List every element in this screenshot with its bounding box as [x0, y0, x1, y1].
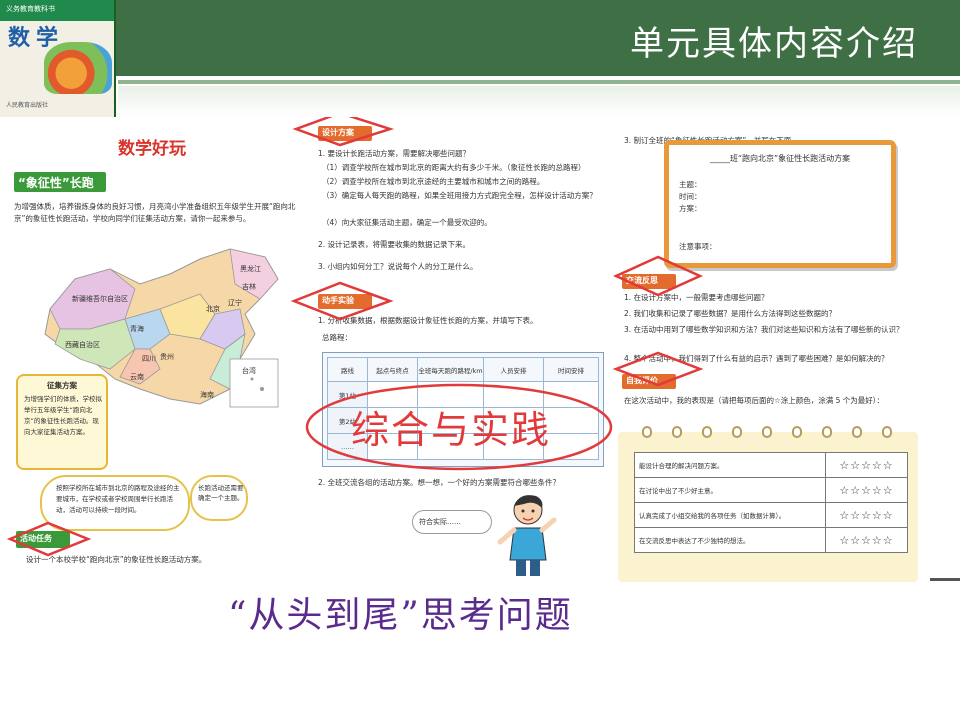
design-label: 设计方案 — [322, 128, 354, 137]
table-cell — [543, 381, 599, 408]
table-header: 人员安排 — [483, 357, 544, 382]
slide-title: 单元具体内容介绍 — [630, 24, 918, 64]
eval-criterion: 在讨论中出了不少好主意。 — [634, 477, 826, 503]
cloud-text: 按照学校所在城市到北京的路程及途经的主要城市，在学校或者学校周围举行长跑活动，活… — [56, 484, 180, 514]
map-label: 青海 — [130, 324, 144, 333]
boy-illustration — [497, 495, 557, 576]
eval-criterion: 认真完成了小组交给我的各项任务（如数据计算）。 — [634, 502, 826, 528]
map-label: 辽宁 — [228, 298, 242, 307]
map-label: 四川 — [142, 355, 156, 363]
reflect-label: 交流反思 — [626, 276, 658, 285]
map-label: 西藏自治区 — [65, 340, 100, 349]
spiral-ring — [792, 426, 802, 438]
header-bar: 单元具体内容介绍 — [0, 0, 960, 76]
task-label: 活动任务 — [20, 534, 52, 543]
table-row: 在讨论中出了不少好主意。 ☆☆☆☆☆ — [634, 477, 908, 503]
reflect-item: 4. 整个活动中，我们得到了什么有益的启示？遇到了哪些困难？是如何解决的？ — [624, 354, 889, 363]
spiral-ring — [672, 426, 682, 438]
star-rating: ☆☆☆☆☆ — [825, 527, 908, 553]
plan-title: _____班“跑向北京”象征性长跑活动方案 — [709, 154, 851, 163]
table-header: 路线 — [327, 357, 368, 382]
overlay-label: 综合与实践 — [351, 408, 552, 452]
map-label: 北京 — [206, 304, 220, 313]
table-row: 能设计合理的解决问题方案。 ☆☆☆☆☆ — [634, 452, 908, 478]
design-item: 2. 设计记录表，将需要收集的数据记录下来。 — [318, 240, 471, 249]
reflect-item: 2. 我们收集和记录了哪些数据？是用什么方法得到这些数据的？ — [624, 309, 837, 318]
practice-item: 1. 分析收集数据，根据数据设计象征性长跑的方案，并填写下表。 — [318, 316, 538, 325]
map-label: 海南 — [200, 390, 214, 399]
spiral-ring — [822, 426, 832, 438]
spiral-ring — [882, 426, 892, 438]
star-rating: ☆☆☆☆☆ — [825, 477, 908, 503]
design-item: 1. 要设计长跑活动方案，需要解决哪些问题？ — [318, 149, 471, 158]
reflect-item: 3. 在活动中用到了哪些数学知识和方法？我们对这些知识和方法有了哪些新的认识？ — [624, 325, 904, 334]
table-header: 时间安排 — [543, 357, 599, 382]
map-label: 黑龙江 — [240, 264, 261, 273]
map-label: 贵州 — [160, 352, 174, 361]
table-row: 认真完成了小组交给我的各项任务（如数据计算）。 ☆☆☆☆☆ — [634, 502, 908, 528]
header-gradient — [118, 86, 960, 116]
table-row: 在交流反思中表达了不少独特的想法。 ☆☆☆☆☆ — [634, 527, 908, 553]
star-rating: ☆☆☆☆☆ — [825, 452, 908, 478]
practice-label: 动手实验 — [322, 296, 354, 305]
note-text: 为增强学们的体质，学校拟举行五年级学生“跑向北京”的象征性长跑活动。现向大家征集… — [24, 395, 102, 436]
cover-illustration — [44, 42, 112, 94]
spiral-ring — [762, 426, 772, 438]
task-text: 设计一个本校学校“跑向北京”的象征性长跑活动方案。 — [26, 555, 207, 564]
star-rating: ☆☆☆☆☆ — [825, 502, 908, 528]
design-item: （4）向大家征集活动主题，确定一个最受欢迎的。 — [322, 218, 492, 227]
textbook-pages: 数学好玩 “象征性”长跑 为增强体质，培养锻炼身体的良好习惯，月亮湾小学准备组织… — [0, 117, 960, 587]
cover-publisher-line: 义务教育教科书 — [6, 5, 55, 13]
left-page-subtitle: “象征性”长跑 — [18, 176, 94, 190]
header-divider — [118, 80, 960, 84]
left-page-intro: 为增强体质，培养锻炼身体的良好习惯，月亮湾小学准备组织五年级学生开展“跑向北京”… — [14, 202, 296, 223]
reflect-item: 1. 在设计方案中，一般需要考虑哪些问题？ — [624, 293, 769, 302]
plan-form-box: _____班“跑向北京”象征性长跑活动方案 主题： 时间： 方案： 注意事项： — [664, 140, 896, 268]
collection-notice-box: 征集方案 为增强学们的体质，学校拟举行五年级学生“跑向北京”的象征性长跑活动。现… — [16, 374, 108, 470]
spiral-ring — [642, 426, 652, 438]
design-item: （1）调查学校所在城市到北京的距离大约有多少千米。（象征性长跑的总路程） — [322, 163, 586, 172]
plan-field-notes: 注意事项： — [679, 242, 717, 251]
map-label: 吉林 — [242, 282, 256, 291]
table-cell — [543, 407, 599, 434]
plan-field-theme: 主题： — [679, 180, 702, 189]
spiral-ring — [702, 426, 712, 438]
bubble-text: 符合实际…… — [419, 518, 461, 526]
design-item: 3. 小组内如何分工？说说每个人的分工是什么。 — [318, 262, 478, 271]
eval-intro: 在这次活动中，我的表现是（请把每项后面的☆涂上颜色，涂满 5 个为最好）： — [624, 396, 885, 405]
question-text: 2. 全班交流各组的活动方案。想一想，一个好的方案需要符合哪些条件？ — [318, 478, 561, 487]
eval-label: 自我评价 — [626, 376, 658, 385]
page-edge-line — [930, 578, 960, 581]
design-item: （3）确定每人每天跑的路程，如果全班用接力方式跑完全程，怎样设计活动方案？ — [322, 191, 597, 200]
textbook-cover-image: 义务教育教科书 数学 人民教育出版社 — [0, 0, 116, 117]
map-label: 新疆维吾尔自治区 — [72, 294, 128, 303]
plan-field-time: 时间： — [679, 192, 702, 201]
table-header: 起点与终点 — [367, 357, 418, 382]
spiral-ring — [852, 426, 862, 438]
left-page-title: 数学好玩 — [118, 139, 186, 159]
practice-item: 总路程： — [322, 333, 352, 342]
self-eval-notebook: 能设计合理的解决问题方案。 ☆☆☆☆☆ 在讨论中出了不少好主意。 ☆☆☆☆☆ 认… — [618, 426, 918, 582]
cover-bottom-line: 人民教育出版社 — [6, 102, 49, 109]
speech-bubble: 符合实际…… — [412, 510, 492, 534]
table-cell — [543, 433, 599, 460]
self-eval-table: 能设计合理的解决问题方案。 ☆☆☆☆☆ 在讨论中出了不少好主意。 ☆☆☆☆☆ 认… — [634, 452, 908, 553]
cloud-text: 长跑活动还需要确定一个主题。 — [198, 484, 244, 502]
eval-criterion: 在交流反思中表达了不少独特的想法。 — [634, 527, 826, 553]
thought-cloud-small: 长跑活动还需要确定一个主题。 — [190, 475, 248, 521]
table-header: 全班每天跑的路程/km — [417, 357, 484, 382]
eval-criterion: 能设计合理的解决问题方案。 — [634, 452, 826, 478]
plan-field-plan: 方案： — [679, 204, 702, 213]
design-item: （2）调查学校所在城市到北京途经的主要城市和城市之间的路程。 — [322, 177, 545, 186]
map-label: 台湾 — [242, 366, 256, 375]
spiral-ring — [732, 426, 742, 438]
thought-cloud: 按照学校所在城市到北京的路程及途经的主要城市，在学校或者学校周围举行长跑活动，活… — [40, 475, 190, 531]
slide-caption: “从头到尾”思考问题 — [228, 595, 573, 636]
map-label: 云南 — [130, 372, 144, 381]
note-title: 征集方案 — [47, 381, 77, 390]
